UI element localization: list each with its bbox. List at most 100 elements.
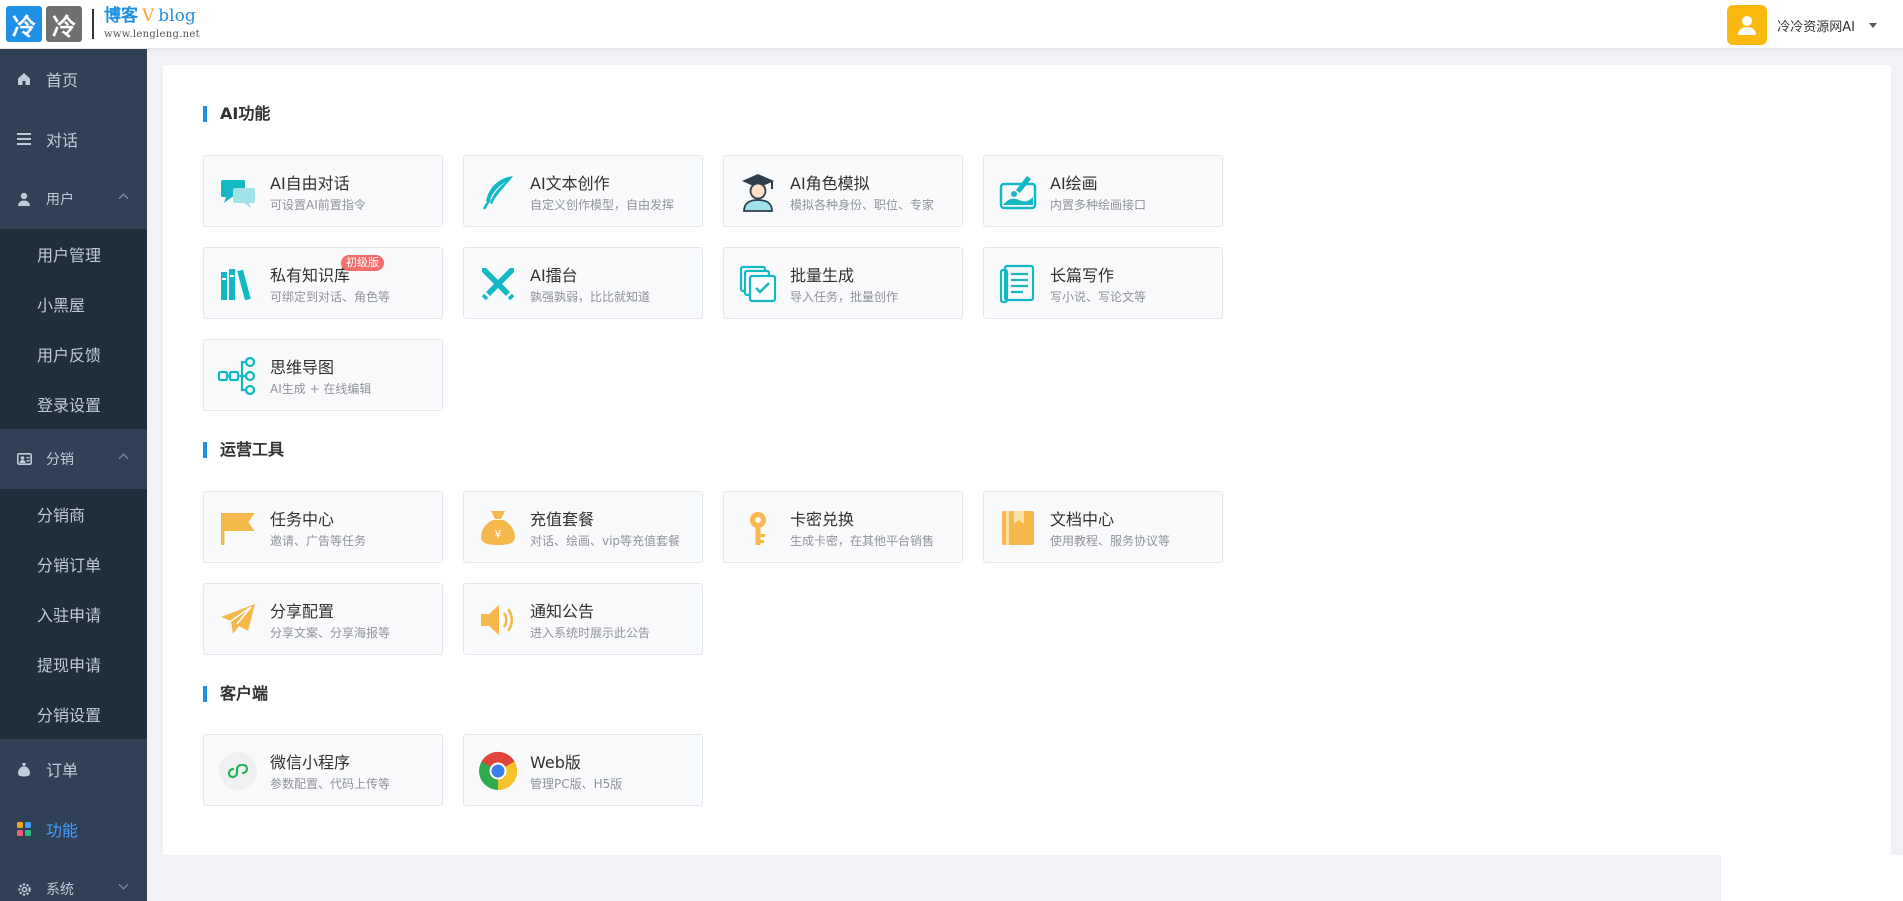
caret-down-icon[interactable]: [1869, 22, 1877, 28]
sidebar-group-label: 用户: [46, 192, 74, 208]
card-title: 长篇写作: [1050, 266, 1115, 285]
paper-plane-icon: [218, 600, 258, 640]
sidebar-item-user-manage[interactable]: 用户管理: [0, 229, 147, 279]
key-icon: [738, 508, 778, 548]
graduate-avatar-icon: [738, 172, 778, 212]
card-ai-text[interactable]: AI文本创作 自定义创作模型，自由发挥: [463, 155, 703, 227]
card-title: 批量生成: [790, 266, 855, 285]
logo-separator: [92, 9, 94, 39]
card-web-version[interactable]: Web版 管理PC版、H5版: [463, 734, 703, 806]
books-icon: [218, 264, 258, 304]
crossed-swords-icon: [478, 264, 518, 304]
sidebar-group-label: 分销: [46, 452, 74, 468]
sidebar-item-withdraw-requests[interactable]: 提现申请: [0, 639, 147, 689]
chevron-up-icon: [118, 193, 129, 204]
svg-text:¥: ¥: [495, 528, 502, 541]
card-ai-chat[interactable]: AI自由对话 可设置AI前置指令: [203, 155, 443, 227]
sidebar-group-system[interactable]: 系统: [0, 859, 147, 901]
wechat-miniprogram-icon: [218, 751, 258, 791]
avatar[interactable]: [1727, 5, 1768, 45]
user-name[interactable]: 冷冷资源网AI: [1777, 16, 1855, 35]
user-icon: [16, 191, 32, 207]
logo-url: www.lengleng.net: [104, 29, 200, 40]
chevron-down-icon: [118, 879, 129, 890]
sidebar-item-features[interactable]: 功能: [0, 799, 147, 859]
card-desc: 生成卡密，在其他平台销售: [790, 534, 935, 548]
card-title: Web版: [530, 753, 581, 772]
sidebar-item-feedback[interactable]: 用户反馈: [0, 329, 147, 379]
section-title-ops: 运营工具: [203, 442, 284, 458]
card-notice[interactable]: 通知公告 进入系统时展示此公告: [463, 583, 703, 655]
card-title: AI自由对话: [270, 174, 350, 193]
card-title: AI文本创作: [530, 174, 610, 193]
sidebar-item-label: 订单: [46, 761, 79, 780]
card-title: 任务中心: [270, 510, 335, 529]
card-wechat-miniprogram[interactable]: 微信小程序 参数配置、代码上传等: [203, 734, 443, 806]
sidebar-item-dist-settings[interactable]: 分销设置: [0, 689, 147, 739]
logo-title: 博客 Vblog: [104, 8, 200, 25]
home-icon: [16, 71, 32, 87]
card-desc: 自定义创作模型，自由发挥: [530, 198, 675, 212]
sidebar-item-orders[interactable]: 订单: [0, 739, 147, 799]
card-ai-role[interactable]: AI角色模拟 模拟各种身份、职位、专家: [723, 155, 963, 227]
card-title: AI角色模拟: [790, 174, 870, 193]
money-bag-icon: ¥: [478, 508, 518, 548]
card-desc: 参数配置、代码上传等: [270, 777, 391, 791]
logo-title-cn: 博客: [104, 6, 138, 26]
card-ai-arena[interactable]: AI擂台 孰强孰弱，比比就知道: [463, 247, 703, 319]
sidebar-group-user[interactable]: 用户: [0, 169, 147, 229]
sidebar-item-label: 首页: [46, 71, 79, 90]
card-desc: 模拟各种身份、职位、专家: [790, 198, 935, 212]
card-recharge-plans[interactable]: ¥ 充值套餐 对话、绘画、vip等充值套餐: [463, 491, 703, 563]
section-title-client: 客户端: [203, 686, 268, 702]
card-docs-center[interactable]: 文档中心 使用教程、服务协议等: [983, 491, 1223, 563]
card-title: 通知公告: [530, 602, 595, 621]
card-task-center[interactable]: 任务中心 邀请、广告等任务: [203, 491, 443, 563]
card-title: 思维导图: [270, 358, 335, 377]
speaker-icon: [478, 600, 518, 640]
stacked-checklist-icon: [738, 264, 778, 304]
card-share-config[interactable]: 分享配置 分享文案、分享海报等: [203, 583, 443, 655]
card-long-writing[interactable]: 长篇写作 写小说、写论文等: [983, 247, 1223, 319]
card-desc: 导入任务，批量创作: [790, 290, 899, 304]
document-scroll-icon: [998, 264, 1038, 304]
top-header: 冷 冷 博客 Vblog www.lengleng.net 冷冷资源网AI: [0, 0, 1903, 49]
chat-bubbles-icon: [218, 172, 258, 212]
user-menu[interactable]: 冷冷资源网AI: [1727, 5, 1877, 45]
grid-apps-icon: [16, 821, 32, 837]
edition-badge: 初级版: [341, 255, 384, 271]
card-desc: 进入系统时展示此公告: [530, 626, 651, 640]
card-title: 微信小程序: [270, 753, 351, 772]
logo[interactable]: 冷 冷 博客 Vblog www.lengleng.net: [6, 6, 200, 42]
sidebar-item-chat[interactable]: 对话: [0, 109, 147, 169]
paint-canvas-icon: [998, 172, 1038, 212]
sidebar-item-blacklist[interactable]: 小黑屋: [0, 279, 147, 329]
feather-pen-icon: [478, 172, 518, 212]
sidebar-item-join-requests[interactable]: 入驻申请: [0, 589, 147, 639]
user-avatar-icon: [1738, 16, 1757, 35]
card-desc: AI生成 + 在线编辑: [270, 382, 372, 396]
gear-icon: [16, 881, 32, 897]
sidebar-item-distributors[interactable]: 分销商: [0, 489, 147, 539]
card-title: 文档中心: [1050, 510, 1115, 529]
distribution-icon: [16, 451, 32, 467]
logo-tile-1: 冷: [6, 6, 42, 42]
sidebar-item-home[interactable]: 首页: [0, 49, 147, 109]
card-knowledge-base[interactable]: 私有知识库 初级版 可绑定到对话、角色等: [203, 247, 443, 319]
card-key-redeem[interactable]: 卡密兑换 生成卡密，在其他平台销售: [723, 491, 963, 563]
sidebar-item-dist-orders[interactable]: 分销订单: [0, 539, 147, 589]
card-batch-generate[interactable]: 批量生成 导入任务，批量创作: [723, 247, 963, 319]
sidebar-group-distribution[interactable]: 分销: [0, 429, 147, 489]
card-mind-map[interactable]: 思维导图 AI生成 + 在线编辑: [203, 339, 443, 411]
card-desc: 管理PC版、H5版: [530, 777, 623, 791]
card-desc: 写小说、写论文等: [1050, 290, 1147, 304]
card-ai-draw[interactable]: AI绘画 内置多种绘画接口: [983, 155, 1223, 227]
main-panel: AI功能 AI自由对话 可设置AI前置指令 AI文本创作 自定义创作模型，自由发…: [163, 65, 1891, 855]
card-title: AI擂台: [530, 266, 578, 285]
card-title: 充值套餐: [530, 510, 595, 529]
logo-text: 博客 Vblog www.lengleng.net: [104, 8, 200, 40]
chrome-browser-icon: [478, 751, 518, 791]
card-desc: 邀请、广告等任务: [270, 534, 367, 548]
sidebar-item-login-settings[interactable]: 登录设置: [0, 379, 147, 429]
sidebar-item-label: 功能: [46, 821, 79, 840]
